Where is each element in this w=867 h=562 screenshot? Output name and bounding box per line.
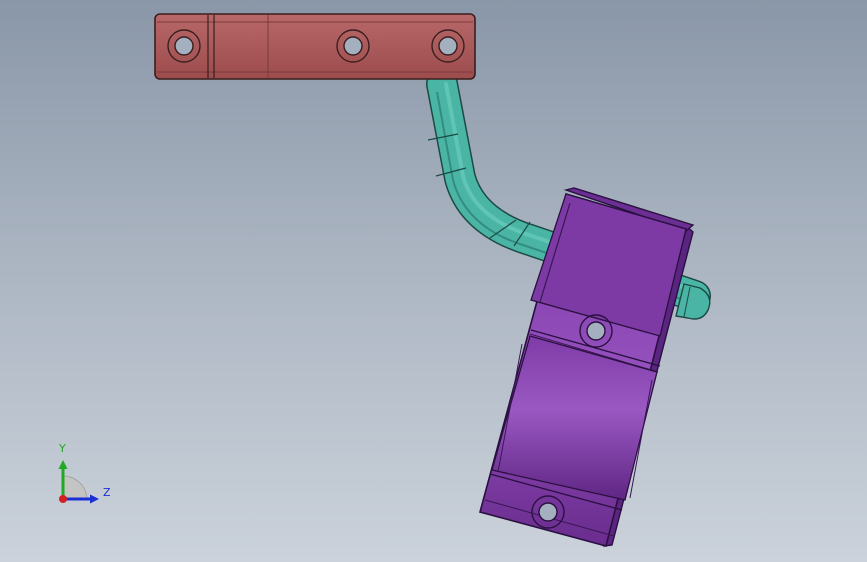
triad-graphic [58, 460, 99, 504]
y-axis-label: Y [59, 442, 66, 455]
z-axis-arrowhead [90, 494, 99, 504]
orientation-triad: Y Z [40, 440, 120, 510]
x-axis-point [59, 495, 67, 503]
clamp-hole-1 [586, 321, 606, 341]
model-scene[interactable] [0, 0, 867, 562]
bracket-hole-3 [438, 36, 458, 56]
bracket-hole-1 [174, 36, 194, 56]
clamp-hole-2 [538, 502, 558, 522]
3d-viewport[interactable]: Y Z [0, 0, 867, 562]
triad-plane-indicator [62, 475, 88, 501]
y-axis-arrowhead [58, 460, 68, 469]
bracket-hole-2 [343, 36, 363, 56]
z-axis-label: Z [103, 486, 111, 499]
mounting-bracket[interactable] [154, 13, 476, 80]
